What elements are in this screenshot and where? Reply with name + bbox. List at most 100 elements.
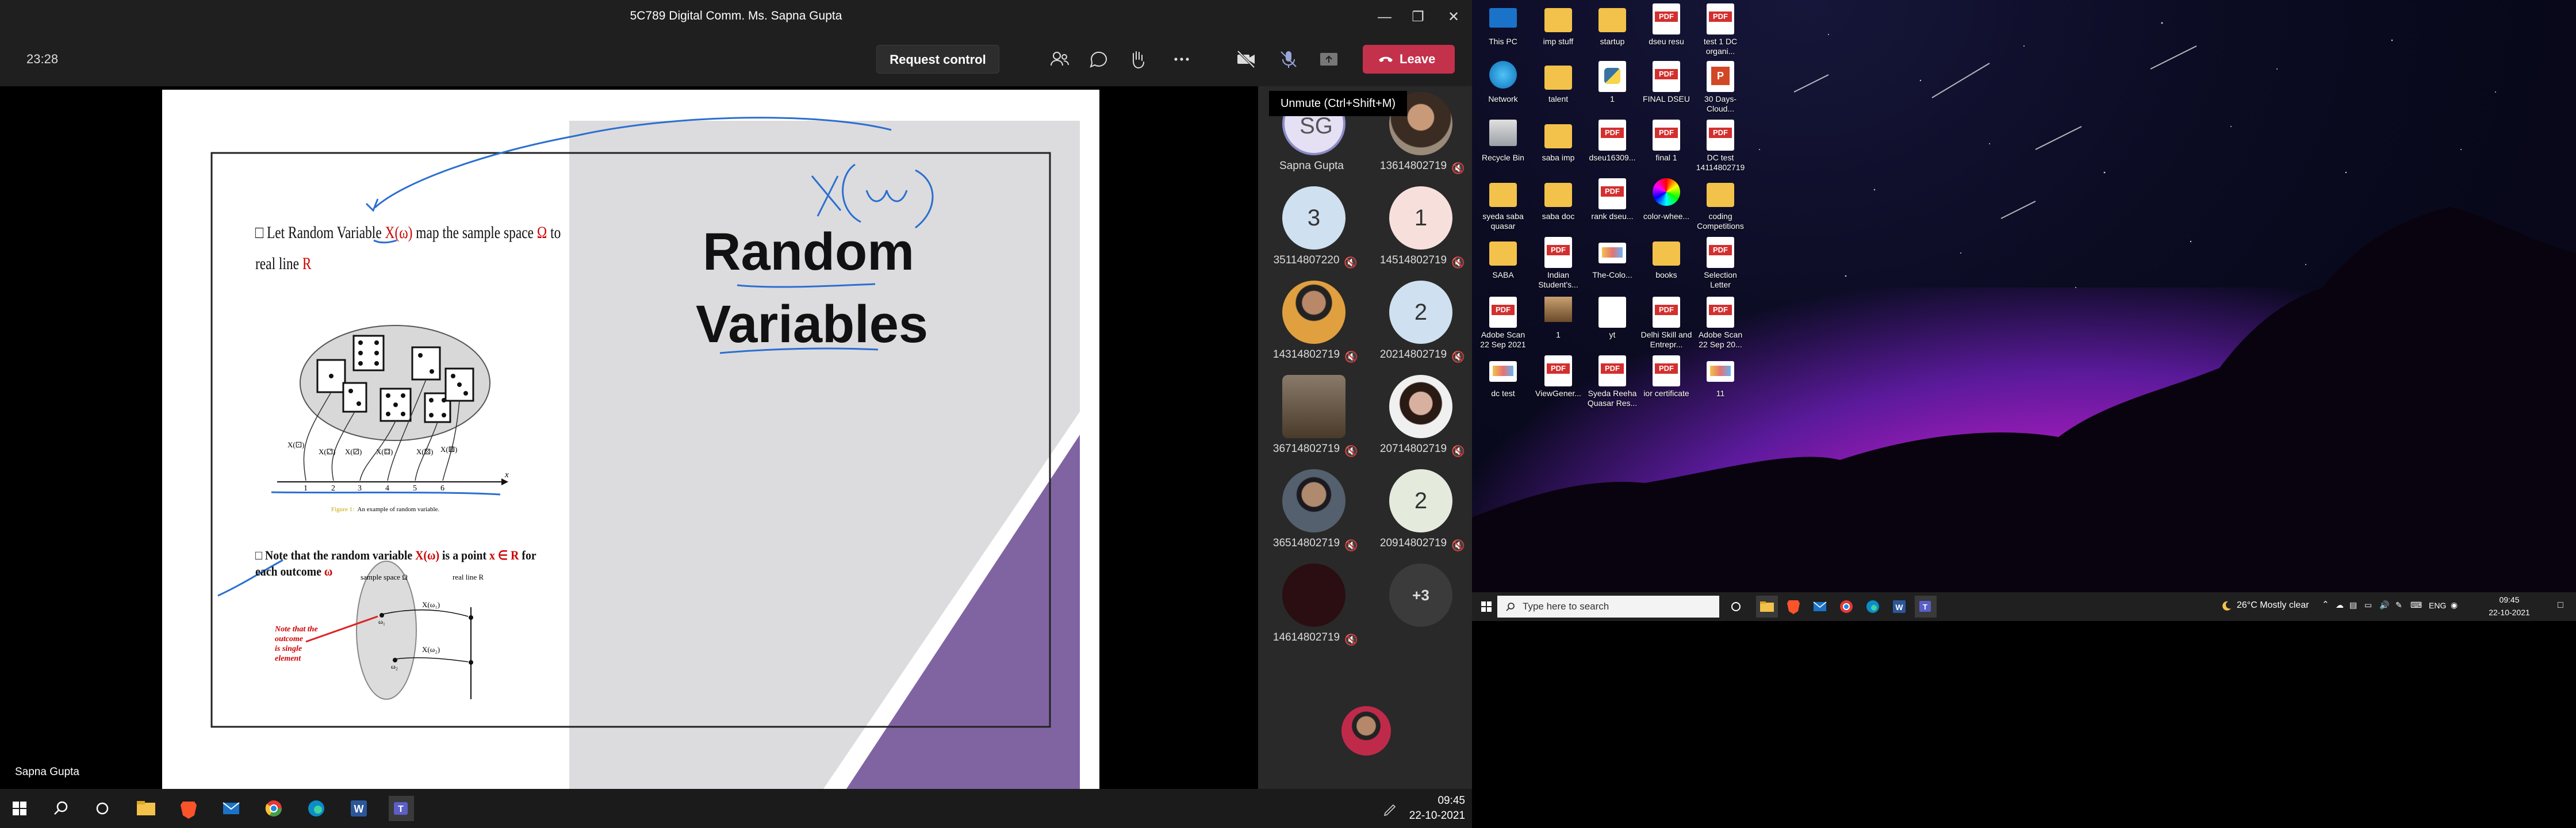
participant-tile[interactable]: 14614802719 🔇 xyxy=(1258,558,1365,652)
word-icon[interactable]: W xyxy=(1888,596,1910,618)
mic-off-icon[interactable] xyxy=(1276,47,1301,71)
desktop-icon[interactable]: 11 xyxy=(1694,352,1747,415)
chevron-up-icon[interactable]: ⌃ xyxy=(2322,599,2329,610)
desktop-icon[interactable]: PDF Indian Student's... xyxy=(1532,233,1585,297)
task-view-icon[interactable] xyxy=(90,796,115,821)
bullet2-math: x ∈ R xyxy=(489,548,519,562)
more-icon[interactable] xyxy=(1170,47,1194,71)
desktop-icon[interactable]: PDF Syeda Reeha Quasar Res... xyxy=(1586,352,1639,415)
taskbar-clock[interactable]: 09:45 22-10-2021 xyxy=(1403,793,1465,823)
desktop-icon[interactable]: SABA xyxy=(1477,233,1529,297)
axis-tick-1: 1 xyxy=(304,484,308,493)
restore-button[interactable]: ❐ xyxy=(1406,6,1429,29)
pen-icon[interactable]: ✎ xyxy=(2395,600,2402,610)
desktop-icon[interactable]: P 30 Days-Cloud... xyxy=(1694,57,1747,121)
minimize-button[interactable]: — xyxy=(1373,6,1396,29)
self-preview-tile[interactable] xyxy=(1312,700,1419,795)
camera-off-icon[interactable] xyxy=(1234,47,1258,71)
desktop-icon[interactable]: PDF FINAL DSEU xyxy=(1640,57,1693,121)
fig2-xw1: X(ω₁) xyxy=(422,600,440,609)
desktop-icon[interactable]: books xyxy=(1640,233,1693,297)
file-explorer-icon[interactable] xyxy=(133,796,159,821)
mail-icon[interactable] xyxy=(218,796,244,821)
keyboard-icon[interactable]: ⌨ xyxy=(2410,600,2422,610)
desktop-icon[interactable]: PDF final 1 xyxy=(1640,116,1693,179)
search-icon[interactable] xyxy=(48,796,74,821)
desktop-icon[interactable]: PDF Delhi Skill and Entrepr... xyxy=(1640,293,1693,356)
desktop-icon[interactable]: talent xyxy=(1532,57,1585,121)
participant-tile[interactable]: 36514802719 🔇 xyxy=(1258,463,1365,558)
chrome-icon[interactable] xyxy=(261,796,286,821)
participant-tile[interactable]: 3 35114807220 🔇 xyxy=(1258,181,1365,275)
desktop-icon[interactable]: saba doc xyxy=(1532,175,1585,238)
desktop-icon[interactable]: PDF DC test 14114802719 xyxy=(1694,116,1747,179)
chrome-icon[interactable] xyxy=(1835,596,1857,618)
participant-tile[interactable]: 2 20914802719 🔇 xyxy=(1365,463,1472,558)
desktop-icon[interactable]: PDF ViewGener... xyxy=(1532,352,1585,415)
cloud-icon[interactable]: ☁ xyxy=(2336,600,2344,610)
more-participants-tile[interactable]: +3 xyxy=(1365,558,1472,652)
request-control-button[interactable]: Request control xyxy=(876,45,999,74)
desktop-icon[interactable]: PDF Adobe Scan 22 Sep 2021 xyxy=(1477,293,1529,356)
desktop-icon[interactable]: 1 xyxy=(1532,293,1585,356)
edge-icon[interactable] xyxy=(1862,596,1884,618)
windows-start-icon[interactable] xyxy=(7,796,32,821)
volume-icon[interactable]: 🔊 xyxy=(2379,600,2389,610)
desktop-icon[interactable]: 1 xyxy=(1586,57,1639,121)
edge-icon[interactable] xyxy=(304,796,329,821)
desktop-icon[interactable]: PDF rank dseu... xyxy=(1586,175,1639,238)
file-explorer-icon[interactable] xyxy=(1756,596,1778,618)
desktop-icon[interactable]: dc test xyxy=(1477,352,1529,415)
language-indicator[interactable]: ENG xyxy=(2429,601,2446,610)
teams-icon[interactable]: T xyxy=(1915,596,1937,618)
desktop-icon[interactable]: imp stuff xyxy=(1532,0,1585,63)
share-icon[interactable] xyxy=(1317,47,1341,71)
participant-tile[interactable]: 36714802719 🔇 xyxy=(1258,369,1365,463)
task-view-icon[interactable] xyxy=(1728,599,1743,614)
chat-icon[interactable] xyxy=(1087,47,1111,71)
desktop-icon[interactable]: PDF dseu resu xyxy=(1640,0,1693,63)
desktop-icon[interactable]: PDF test 1 DC organi... xyxy=(1694,0,1747,63)
avatar xyxy=(1282,469,1346,532)
brave-browser-icon[interactable] xyxy=(1782,596,1804,618)
windows-start-icon[interactable] xyxy=(1478,598,1495,615)
raise-hand-icon[interactable] xyxy=(1126,47,1150,71)
desktop-icon[interactable]: PDF ior certificate xyxy=(1640,352,1693,415)
participant-tile[interactable]: 1 14514802719 🔇 xyxy=(1365,181,1472,275)
teams-icon[interactable]: T xyxy=(389,796,414,821)
people-icon[interactable] xyxy=(1048,47,1072,71)
notifications-icon[interactable]: □ xyxy=(2558,600,2563,611)
desktop-icon[interactable]: PDF Adobe Scan 22 Sep 20... xyxy=(1694,293,1747,356)
desktop-icon[interactable]: PDF dseu16309... xyxy=(1586,116,1639,179)
desktop-icon[interactable]: saba imp xyxy=(1532,116,1585,179)
desktop-icon[interactable]: Recycle Bin xyxy=(1477,116,1529,179)
taskbar-clock[interactable]: 09:45 22-10-2021 xyxy=(2475,593,2544,619)
leave-button[interactable]: Leave xyxy=(1363,45,1455,74)
participant-tile[interactable]: 2 20214802719 🔇 xyxy=(1365,275,1472,369)
participant-tile[interactable]: 20714802719 🔇 xyxy=(1365,369,1472,463)
desktop-icon[interactable]: yt xyxy=(1586,293,1639,356)
brave-browser-icon[interactable] xyxy=(176,796,201,821)
desktop-icon[interactable]: color-whee... xyxy=(1640,175,1693,238)
desktop-icon[interactable]: startup xyxy=(1586,0,1639,63)
participant-tile[interactable]: 14314802719 🔇 xyxy=(1258,275,1365,369)
taskbar-search-box[interactable]: Type here to search xyxy=(1497,596,1719,618)
battery-icon[interactable]: ▭ xyxy=(2364,600,2372,610)
desktop-icon-label: color-whee... xyxy=(1643,212,1690,221)
close-button[interactable]: ✕ xyxy=(1442,6,1465,29)
weather-text[interactable]: 26°C Mostly clear xyxy=(2237,600,2309,611)
network-icon[interactable]: ▤ xyxy=(2349,600,2357,610)
desktop-icon[interactable]: PDF Selection Letter xyxy=(1694,233,1747,297)
desktop-icon[interactable]: This PC xyxy=(1477,0,1529,63)
wifi-icon[interactable]: ◉ xyxy=(2451,600,2458,610)
word-icon[interactable]: W xyxy=(346,796,371,821)
mail-icon[interactable] xyxy=(1809,596,1831,618)
folder-icon xyxy=(1489,183,1517,207)
weather-icon[interactable] xyxy=(2220,599,2233,613)
desktop-icon[interactable]: syeda saba quasar xyxy=(1477,175,1529,238)
desktop-icon[interactable]: Network xyxy=(1477,57,1529,121)
leave-label: Leave xyxy=(1400,52,1436,66)
desktop-icon[interactable]: coding Competitions xyxy=(1694,175,1747,238)
desktop-icon[interactable]: The-Colo... xyxy=(1586,233,1639,297)
pen-icon[interactable] xyxy=(1377,796,1396,821)
